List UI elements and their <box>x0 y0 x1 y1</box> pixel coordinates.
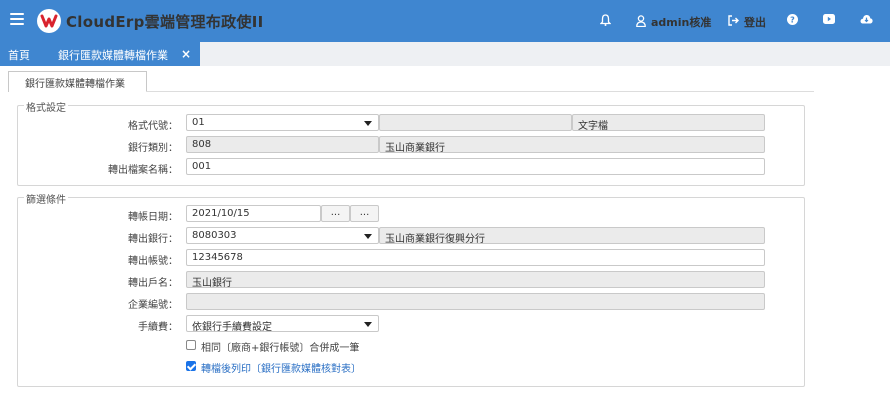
out-bank-select[interactable]: 8080303 <box>186 227 379 244</box>
cloud-download-icon <box>860 14 873 27</box>
help-button[interactable]: ? <box>787 14 798 28</box>
date-picker-button-1[interactable]: ... <box>321 205 350 222</box>
user-menu[interactable]: admin核准 <box>636 14 711 30</box>
logout-icon <box>728 15 739 29</box>
print-checkbox-label[interactable]: 轉檔後列印〔銀行匯款媒體核對表〕 <box>201 360 361 375</box>
chevron-down-icon <box>364 121 372 126</box>
filter-conditions-group <box>17 197 805 387</box>
out-bank-label: 轉出銀行： <box>128 234 178 245</box>
format-name-field <box>379 114 572 131</box>
date-picker-button-2[interactable]: ... <box>350 205 379 222</box>
bell-icon <box>599 14 612 29</box>
bank-type-label: 銀行類別： <box>128 143 178 154</box>
user-name: admin核准 <box>651 16 712 29</box>
out-account-input[interactable]: 12345678 <box>186 249 765 266</box>
right-margin <box>814 66 890 408</box>
merge-checkbox-label[interactable]: 相同〔廠商+銀行帳號〕合併成一筆 <box>201 339 359 354</box>
inner-tab-bank-transfer[interactable]: 銀行匯款媒體轉檔作業 <box>8 71 147 92</box>
format-code-select[interactable]: 01 <box>186 114 379 131</box>
chevron-down-icon <box>364 322 372 327</box>
chevron-down-icon <box>364 234 372 239</box>
out-holder-field: 玉山銀行 <box>186 271 765 288</box>
youtube-icon <box>823 14 835 27</box>
out-holder-label: 轉出戶名： <box>128 278 178 289</box>
output-file-label: 轉出檔案名稱： <box>108 165 178 176</box>
notifications-button[interactable] <box>599 14 612 29</box>
logo-icon <box>37 9 61 33</box>
bank-type-code-field: 808 <box>186 136 379 153</box>
youtube-button[interactable] <box>823 14 835 27</box>
tab-strip-filler <box>200 42 890 66</box>
company-no-label: 企業編號： <box>128 300 178 311</box>
merge-checkbox[interactable] <box>186 340 196 350</box>
company-no-field <box>186 293 765 310</box>
bank-type-name-field: 玉山商業銀行 <box>379 136 765 153</box>
user-icon <box>636 14 646 30</box>
tab-bank-transfer[interactable]: 銀行匯款媒體轉檔作業 <box>33 43 200 66</box>
hamburger-icon[interactable] <box>10 13 24 27</box>
logout-label: 登出 <box>744 16 766 29</box>
svg-text:?: ? <box>790 16 795 25</box>
tab-home[interactable]: 首頁 <box>8 47 30 63</box>
output-file-input[interactable]: 001 <box>186 158 765 175</box>
filter-conditions-legend: 篩選條件 <box>24 191 68 206</box>
fee-label: 手續費： <box>138 322 178 333</box>
logout-button[interactable]: 登出 <box>728 14 766 30</box>
out-bank-name-field: 玉山商業銀行復興分行 <box>379 227 765 244</box>
app-title: CloudErp雲端管理布政使II <box>66 13 264 31</box>
format-settings-legend: 格式設定 <box>24 99 68 114</box>
divider <box>146 91 814 92</box>
fee-select[interactable]: 依銀行手續費設定 <box>186 315 379 332</box>
help-icon: ? <box>787 14 798 28</box>
transfer-date-input[interactable]: 2021/10/15 <box>186 205 321 222</box>
format-code-label: 格式代號： <box>128 121 178 132</box>
format-type-field: 文字檔 <box>572 114 765 131</box>
close-icon[interactable]: × <box>181 47 191 61</box>
out-account-label: 轉出帳號： <box>128 256 178 267</box>
print-checkbox[interactable] <box>186 361 196 371</box>
transfer-date-label: 轉帳日期： <box>128 212 178 223</box>
cloud-download-button[interactable] <box>860 14 873 27</box>
